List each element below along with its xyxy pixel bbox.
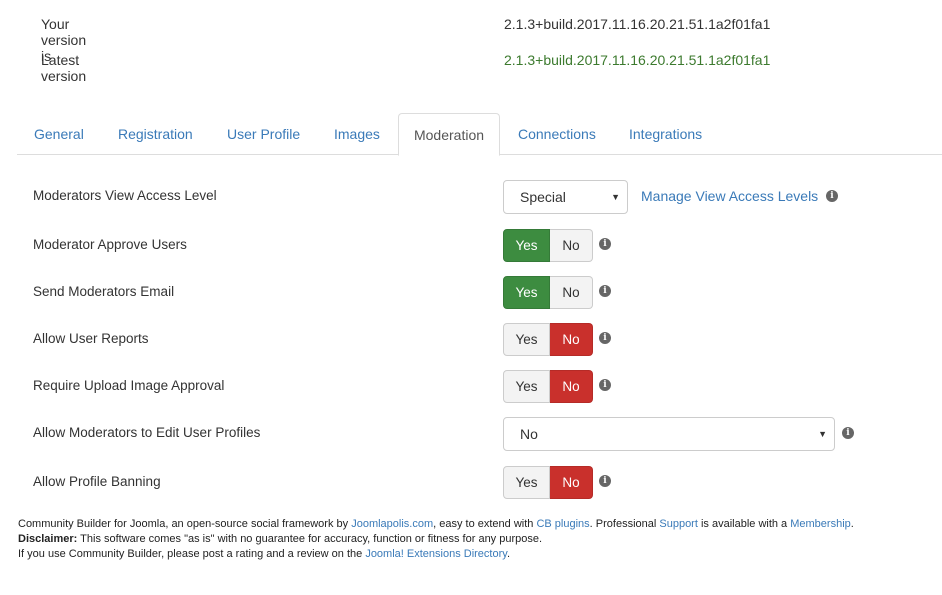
profile-banning-toggle: Yes No (503, 466, 593, 499)
footer-line-credits: Community Builder for Joomla, an open-so… (18, 518, 854, 530)
settings-tabs: General Registration User Profile Images… (17, 113, 942, 156)
info-icon[interactable]: i (599, 332, 611, 344)
view-access-level-label: Moderators View Access Level (33, 188, 217, 203)
send-email-label: Send Moderators Email (33, 284, 175, 299)
tab-integrations[interactable]: Integrations (629, 113, 702, 155)
cb-plugins-link[interactable]: CB plugins (536, 518, 589, 530)
chevron-down-icon: ▼ (818, 429, 827, 439)
tab-images[interactable]: Images (334, 113, 380, 155)
tab-moderation[interactable]: Moderation (398, 113, 500, 156)
current-version-value: 2.1.3+build.2017.11.16.20.21.51.1a2f01fa… (504, 16, 771, 32)
footer-text: . (850, 518, 854, 530)
image-approval-no-button[interactable]: No (550, 370, 593, 403)
latest-version-value: 2.1.3+build.2017.11.16.20.21.51.1a2f01fa… (504, 52, 771, 68)
approve-users-yes-button[interactable]: Yes (503, 229, 550, 262)
disclaimer-heading: Disclaimer: (18, 533, 78, 545)
tab-user-profile[interactable]: User Profile (227, 113, 300, 155)
approve-users-label: Moderator Approve Users (33, 237, 187, 252)
view-access-level-value: Special (520, 189, 566, 205)
send-email-yes-button[interactable]: Yes (503, 276, 550, 309)
edit-profiles-value: No (520, 426, 538, 442)
user-reports-toggle: Yes No (503, 323, 593, 356)
footer-text: is available with a (697, 518, 791, 530)
latest-version-label: Latest version (41, 52, 87, 84)
send-email-toggle: Yes No (503, 276, 593, 309)
manage-view-access-levels-link[interactable]: Manage View Access Levels (641, 188, 818, 204)
edit-profiles-label: Allow Moderators to Edit User Profiles (33, 425, 261, 440)
profile-banning-yes-button[interactable]: Yes (503, 466, 550, 499)
profile-banning-label: Allow Profile Banning (33, 474, 161, 489)
footer-text: , easy to extend with (433, 518, 537, 530)
send-email-no-button[interactable]: No (550, 276, 593, 309)
info-icon[interactable]: i (599, 238, 611, 250)
info-icon[interactable]: i (842, 427, 854, 439)
footer-text: . Professional (589, 518, 660, 530)
image-approval-label: Require Upload Image Approval (33, 378, 225, 393)
joomlapolis-link[interactable]: Joomlapolis.com (351, 518, 433, 530)
tab-connections[interactable]: Connections (518, 113, 596, 155)
footer-line-review: If you use Community Builder, please pos… (18, 548, 510, 560)
membership-link[interactable]: Membership (790, 518, 851, 530)
info-icon[interactable]: i (826, 190, 838, 202)
image-approval-toggle: Yes No (503, 370, 593, 403)
view-access-level-select[interactable]: Special ▼ (503, 180, 628, 214)
chevron-down-icon: ▼ (611, 192, 620, 202)
footer-text: If you use Community Builder, please pos… (18, 548, 366, 560)
footer-line-disclaimer: Disclaimer: This software comes "as is" … (18, 533, 542, 545)
edit-profiles-select[interactable]: No ▼ (503, 417, 835, 451)
info-icon[interactable]: i (599, 475, 611, 487)
user-reports-no-button[interactable]: No (550, 323, 593, 356)
tab-general[interactable]: General (34, 113, 84, 155)
footer-text: Community Builder for Joomla, an open-so… (18, 518, 352, 530)
info-icon[interactable]: i (599, 379, 611, 391)
approve-users-toggle: Yes No (503, 229, 593, 262)
profile-banning-no-button[interactable]: No (550, 466, 593, 499)
user-reports-label: Allow User Reports (33, 331, 149, 346)
disclaimer-text: This software comes "as is" with no guar… (77, 533, 543, 545)
image-approval-yes-button[interactable]: Yes (503, 370, 550, 403)
approve-users-no-button[interactable]: No (550, 229, 593, 262)
info-icon[interactable]: i (599, 285, 611, 297)
extensions-directory-link[interactable]: Joomla! Extensions Directory (365, 548, 507, 560)
tab-registration[interactable]: Registration (118, 113, 193, 155)
footer-text: . (506, 548, 510, 560)
user-reports-yes-button[interactable]: Yes (503, 323, 550, 356)
support-link[interactable]: Support (659, 518, 698, 530)
